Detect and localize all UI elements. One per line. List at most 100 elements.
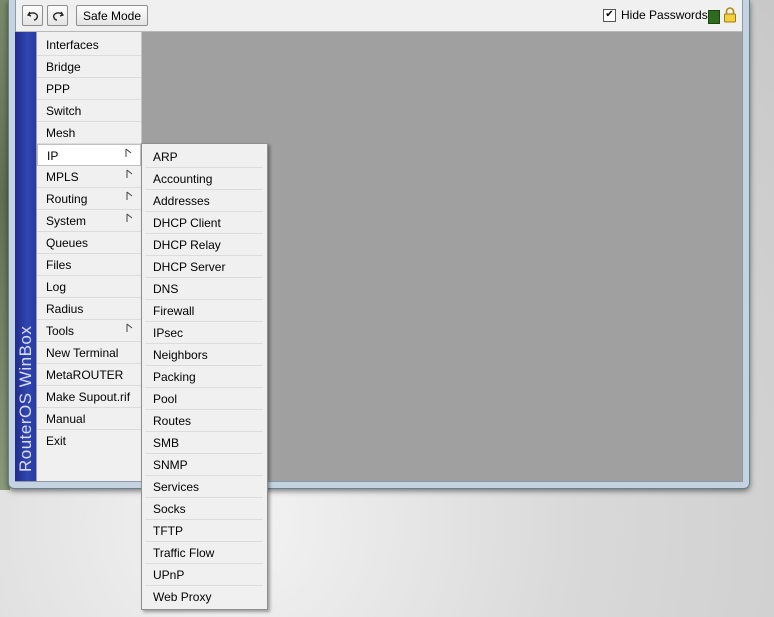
submenu-item-accounting[interactable]: Accounting — [145, 168, 263, 190]
submenu-item-label: DHCP Client — [153, 216, 221, 230]
hide-passwords-label: Hide Passwords — [621, 8, 708, 22]
submenu-item-packing[interactable]: Packing — [145, 366, 263, 388]
menu-item-log[interactable]: Log — [37, 276, 141, 298]
submenu-item-firewall[interactable]: Firewall — [145, 300, 263, 322]
menu-item-label: IP — [47, 149, 59, 163]
submenu-item-label: ARP — [153, 150, 178, 164]
menu-item-manual[interactable]: Manual — [37, 408, 141, 430]
undo-icon — [26, 11, 38, 21]
menu-item-metarouter[interactable]: MetaROUTER — [37, 364, 141, 386]
submenu-item-socks[interactable]: Socks — [145, 498, 263, 520]
submenu-item-dhcp-client[interactable]: DHCP Client — [145, 212, 263, 234]
menu-item-label: System — [46, 214, 87, 228]
submenu-arrow-icon — [125, 148, 132, 157]
submenu-item-dhcp-relay[interactable]: DHCP Relay — [145, 234, 263, 256]
submenu-item-web-proxy[interactable]: Web Proxy — [145, 586, 263, 608]
submenu-item-label: Firewall — [153, 304, 195, 318]
submenu-item-arp[interactable]: ARP — [145, 146, 263, 168]
menu-item-label: Tools — [46, 324, 75, 338]
menu-item-label: Mesh — [46, 126, 76, 140]
menu-item-switch[interactable]: Switch — [37, 100, 141, 122]
menu-item-label: MPLS — [46, 170, 79, 184]
hide-passwords-checkbox[interactable]: ✔ — [603, 8, 616, 22]
submenu-item-dhcp-server[interactable]: DHCP Server — [145, 256, 263, 278]
menu-item-label: MetaROUTER — [46, 368, 124, 382]
toolbar: Safe Mode ✔ Hide Passwords — [16, 0, 742, 32]
submenu-arrow-icon — [126, 323, 133, 332]
menu-item-label: PPP — [46, 82, 71, 96]
menu-item-ppp[interactable]: PPP — [37, 78, 141, 100]
submenu-item-label: Addresses — [153, 194, 210, 208]
safe-mode-button[interactable]: Safe Mode — [76, 5, 148, 26]
submenu-item-smb[interactable]: SMB — [145, 432, 263, 454]
redo-button[interactable] — [47, 5, 68, 26]
menu-item-mpls[interactable]: MPLS — [37, 166, 141, 188]
menu-item-queues[interactable]: Queues — [37, 232, 141, 254]
submenu-item-label: Web Proxy — [153, 590, 212, 604]
menu-item-label: Queues — [46, 236, 89, 250]
menu-item-files[interactable]: Files — [37, 254, 141, 276]
menu-item-label: Make Supout.rif — [46, 390, 131, 404]
submenu-item-label: Traffic Flow — [153, 546, 215, 560]
submenu-item-label: SNMP — [153, 458, 188, 472]
submenu-item-label: Neighbors — [153, 348, 208, 362]
redo-icon — [52, 11, 64, 21]
menu-item-make-supout[interactable]: Make Supout.rif — [37, 386, 141, 408]
submenu-item-label: Pool — [153, 392, 178, 406]
submenu-arrow-icon — [126, 169, 133, 178]
submenu-item-tftp[interactable]: TFTP — [145, 520, 263, 542]
menu-item-system[interactable]: System — [37, 210, 141, 232]
menu-item-label: Interfaces — [46, 38, 99, 52]
submenu-item-label: SMB — [153, 436, 180, 450]
submenu-item-services[interactable]: Services — [145, 476, 263, 498]
submenu-arrow-icon — [126, 191, 133, 200]
menu-item-routing[interactable]: Routing — [37, 188, 141, 210]
menu-item-label: Files — [46, 258, 72, 272]
submenu-item-label: DNS — [153, 282, 179, 296]
submenu-item-label: Routes — [153, 414, 192, 428]
safe-mode-label: Safe Mode — [82, 8, 142, 23]
hide-passwords-toggle[interactable]: ✔ Hide Passwords — [603, 8, 708, 22]
submenu-item-dns[interactable]: DNS — [145, 278, 263, 300]
menu-item-label: Manual — [46, 412, 86, 426]
main-menu: Interfaces Bridge PPP Switch Mesh IP MPL… — [37, 32, 142, 481]
menu-item-label: New Terminal — [46, 346, 119, 360]
submenu-item-pool[interactable]: Pool — [145, 388, 263, 410]
menu-item-new-terminal[interactable]: New Terminal — [37, 342, 141, 364]
menu-item-bridge[interactable]: Bridge — [37, 56, 141, 78]
submenu-item-label: TFTP — [153, 524, 183, 538]
menu-item-radius[interactable]: Radius — [37, 298, 141, 320]
submenu-item-upnp[interactable]: UPnP — [145, 564, 263, 586]
menu-item-ip[interactable]: IP — [37, 144, 141, 166]
menu-item-label: Switch — [46, 104, 82, 118]
ip-submenu: ARP Accounting Addresses DHCP Client DHC… — [141, 143, 268, 610]
submenu-item-label: Accounting — [153, 172, 213, 186]
submenu-arrow-icon — [126, 213, 133, 222]
menu-item-interfaces[interactable]: Interfaces — [37, 34, 141, 56]
submenu-item-traffic-flow[interactable]: Traffic Flow — [145, 542, 263, 564]
submenu-item-label: Packing — [153, 370, 196, 384]
submenu-item-label: DHCP Server — [153, 260, 226, 274]
menu-item-label: Log — [46, 280, 67, 294]
submenu-item-ipsec[interactable]: IPsec — [145, 322, 263, 344]
submenu-item-label: Socks — [153, 502, 186, 516]
menu-item-label: Bridge — [46, 60, 81, 74]
connection-status-indicator — [708, 10, 720, 24]
submenu-item-addresses[interactable]: Addresses — [145, 190, 263, 212]
menu-item-mesh[interactable]: Mesh — [37, 122, 141, 144]
menu-item-tools[interactable]: Tools — [37, 320, 141, 342]
submenu-item-snmp[interactable]: SNMP — [145, 454, 263, 476]
submenu-item-neighbors[interactable]: Neighbors — [145, 344, 263, 366]
undo-button[interactable] — [22, 5, 43, 26]
submenu-item-label: Services — [153, 480, 200, 494]
menu-item-label: Routing — [46, 192, 88, 206]
submenu-item-label: DHCP Relay — [153, 238, 221, 252]
submenu-item-label: UPnP — [153, 568, 185, 582]
menu-item-label: Radius — [46, 302, 84, 316]
checkmark-icon: ✔ — [605, 9, 614, 20]
lock-icon — [724, 7, 736, 23]
menu-item-exit[interactable]: Exit — [37, 430, 141, 452]
submenu-item-label: IPsec — [153, 326, 184, 340]
submenu-item-routes[interactable]: Routes — [145, 410, 263, 432]
menu-item-label: Exit — [46, 434, 67, 448]
